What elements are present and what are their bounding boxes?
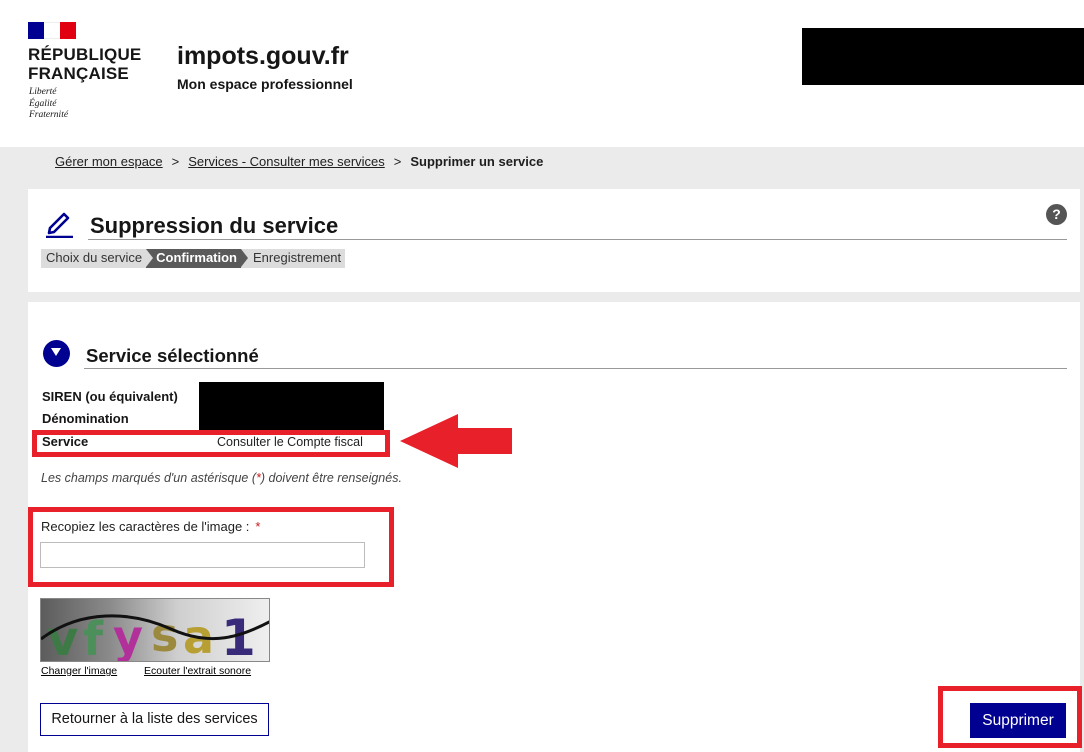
- step-enregistrement: Enregistrement: [241, 249, 346, 268]
- section-title: Service sélectionné: [86, 345, 259, 366]
- page-title: Suppression du service: [90, 213, 339, 238]
- breadcrumb-current: Supprimer un service: [410, 154, 544, 169]
- denomination-label: Dénomination: [42, 411, 129, 426]
- breadcrumb-separator: >: [171, 154, 180, 169]
- site-title[interactable]: impots.gouv.fr: [177, 42, 349, 71]
- captcha-input[interactable]: [40, 542, 365, 568]
- site-subtitle: Mon espace professionnel: [177, 76, 353, 92]
- required-fields-note: Les champs marqués d'un astérisque (*) d…: [41, 471, 402, 485]
- audio-captcha-link[interactable]: Ecouter l'extrait sonore: [144, 665, 251, 677]
- breadcrumb-consulter-services[interactable]: Services - Consulter mes services: [188, 154, 385, 169]
- service-highlight-box: [32, 430, 390, 457]
- captcha-image: v f y s a 1: [40, 598, 270, 662]
- captcha-char: v: [47, 611, 78, 662]
- header: RÉPUBLIQUE FRANÇAISE Liberté Égalité Fra…: [0, 0, 1084, 147]
- breadcrumb-separator: >: [393, 154, 402, 169]
- section-divider: [84, 368, 1067, 369]
- help-icon[interactable]: ?: [1046, 204, 1067, 225]
- back-to-services-button[interactable]: Retourner à la liste des services: [40, 703, 269, 736]
- step-choix-du-service: Choix du service: [41, 249, 154, 268]
- france-flag-icon: [28, 22, 76, 39]
- pencil-icon: [46, 212, 73, 238]
- republic-name: RÉPUBLIQUE FRANÇAISE: [28, 45, 142, 83]
- republic-motto: Liberté Égalité Fraternité: [29, 87, 69, 120]
- page-header-card: [28, 189, 1080, 292]
- captcha-label: Recopiez les caractères de l'image : *: [41, 519, 261, 534]
- step-confirmation: Confirmation: [146, 249, 248, 268]
- delete-button[interactable]: Supprimer: [970, 703, 1066, 738]
- redacted-company-info: [199, 382, 384, 432]
- chevron-down-icon[interactable]: [43, 340, 70, 367]
- red-arrow-icon: [400, 414, 512, 468]
- siren-label: SIREN (ou équivalent): [42, 389, 178, 404]
- title-divider: [88, 239, 1067, 240]
- breadcrumb-gerer-mon-espace[interactable]: Gérer mon espace: [55, 154, 163, 169]
- breadcrumb: Gérer mon espace > Services - Consulter …: [55, 154, 543, 169]
- change-image-link[interactable]: Changer l'image: [41, 665, 117, 677]
- step-indicator: Choix du service Confirmation Enregistre…: [41, 249, 346, 268]
- captcha-char: s: [151, 608, 178, 662]
- redacted-user-block: [802, 28, 1084, 85]
